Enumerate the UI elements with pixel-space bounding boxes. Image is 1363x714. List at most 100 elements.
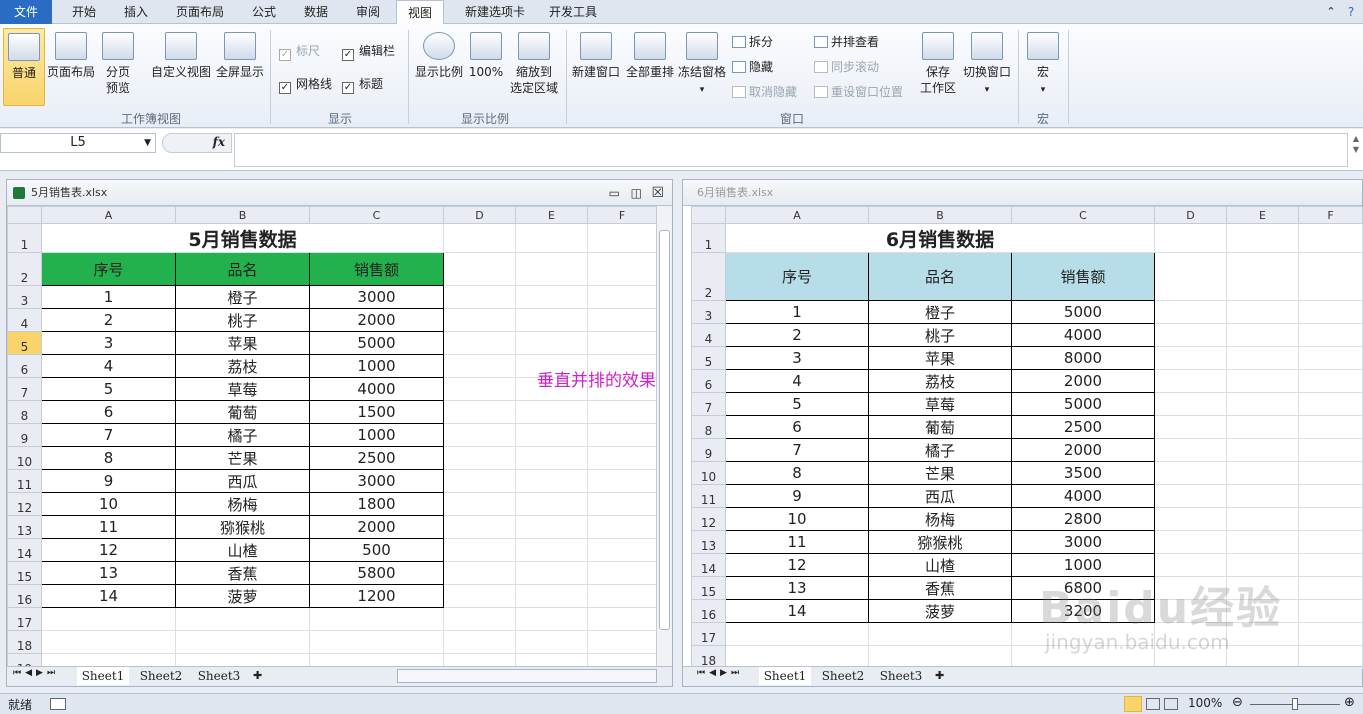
cell[interactable]	[515, 561, 588, 585]
cell[interactable]	[443, 423, 516, 447]
page-layout-view-button[interactable]: 页面布局	[46, 32, 96, 80]
sheet-tab-1[interactable]: Sheet1	[77, 667, 129, 685]
cell[interactable]	[1154, 507, 1227, 531]
normal-view-button[interactable]: 普通	[3, 28, 45, 106]
fullscreen-button[interactable]: 全屏显示	[214, 32, 266, 80]
cell[interactable]	[587, 285, 657, 309]
cell[interactable]	[443, 285, 516, 309]
cell[interactable]	[175, 607, 310, 631]
tab-home[interactable]: 开始	[60, 0, 108, 24]
insert-function-icon[interactable]: fx	[213, 135, 225, 149]
table-cell[interactable]: 猕猴桃	[868, 530, 1012, 554]
minimize-ribbon-icon[interactable]: ⌃	[1322, 0, 1340, 24]
cell[interactable]	[1226, 300, 1299, 324]
cell[interactable]	[1298, 369, 1363, 393]
table-cell[interactable]: 2000	[309, 308, 444, 332]
table-cell[interactable]: 5000	[1011, 392, 1155, 416]
cell[interactable]	[41, 607, 176, 631]
row-header[interactable]: 2	[7, 252, 42, 286]
macro-record-icon[interactable]	[50, 698, 66, 710]
custom-views-button[interactable]: 自定义视图	[150, 32, 212, 80]
table-cell[interactable]: 1	[41, 285, 176, 309]
row-header[interactable]: 16	[691, 599, 726, 623]
table-cell[interactable]: 5	[41, 377, 176, 401]
table-cell[interactable]: 芒果	[175, 446, 310, 470]
table-cell[interactable]: 2500	[1011, 415, 1155, 439]
cell[interactable]	[515, 331, 588, 355]
cell[interactable]	[443, 331, 516, 355]
table-cell[interactable]: 3	[725, 346, 869, 370]
cell[interactable]	[587, 252, 657, 286]
sheet-nav-icons[interactable]: ⏮◀▶⏭	[13, 668, 59, 678]
tab-view[interactable]: 视图	[396, 0, 444, 25]
table-cell[interactable]: 7	[725, 438, 869, 462]
unhide-button[interactable]: 取消隐藏	[732, 83, 797, 101]
select-all-corner[interactable]	[7, 206, 42, 224]
row-header[interactable]: 16	[7, 584, 42, 608]
table-header-cell[interactable]: 销售额	[309, 252, 444, 286]
table-cell[interactable]: 香蕉	[868, 576, 1012, 600]
table-cell[interactable]: 4000	[309, 377, 444, 401]
view-side-by-side-button[interactable]: 并排查看	[814, 33, 879, 51]
table-cell[interactable]: 橘子	[175, 423, 310, 447]
row-header[interactable]: 13	[7, 515, 42, 539]
table-header-cell[interactable]: 品名	[175, 252, 310, 286]
cell[interactable]	[587, 223, 657, 253]
cell[interactable]	[1298, 599, 1363, 623]
cell[interactable]	[443, 469, 516, 493]
table-cell[interactable]: 8	[725, 461, 869, 485]
cell[interactable]	[1226, 415, 1299, 439]
cell[interactable]	[1226, 323, 1299, 347]
sheet-tab-3[interactable]: Sheet3	[875, 667, 927, 685]
table-cell[interactable]: 菠萝	[868, 599, 1012, 623]
minimize-icon[interactable]: ▭	[609, 180, 620, 206]
row-header[interactable]: 17	[691, 622, 726, 646]
cell[interactable]	[309, 630, 444, 654]
window-june-title[interactable]: 6月销售表.xlsx	[683, 180, 1362, 206]
ruler-checkbox[interactable]: ✓ 标尺	[279, 42, 320, 61]
cell[interactable]	[1226, 484, 1299, 508]
column-header[interactable]: A	[725, 206, 869, 224]
cell[interactable]	[587, 538, 657, 562]
table-cell[interactable]: 8	[41, 446, 176, 470]
cell[interactable]	[515, 607, 588, 631]
cell[interactable]	[1298, 553, 1363, 577]
row-header[interactable]: 5	[7, 331, 42, 355]
table-cell[interactable]: 500	[309, 538, 444, 562]
table-cell[interactable]: 12	[725, 553, 869, 577]
add-sheet-icon[interactable]: ✚	[253, 667, 262, 685]
cell[interactable]	[868, 622, 1012, 646]
help-icon[interactable]: ?	[1342, 0, 1360, 24]
zoom-in-icon[interactable]: ⊕	[1344, 695, 1355, 710]
cell[interactable]	[1226, 392, 1299, 416]
table-cell[interactable]: 芒果	[868, 461, 1012, 485]
cell[interactable]	[1154, 252, 1227, 301]
row-header[interactable]: 18	[7, 630, 42, 654]
scroll-thumb[interactable]	[659, 230, 670, 630]
cell[interactable]	[443, 446, 516, 470]
row-header[interactable]: 5	[691, 346, 726, 370]
row-header[interactable]: 12	[7, 492, 42, 516]
tab-developer[interactable]: 开发工具	[542, 0, 604, 24]
normal-view-icon[interactable]	[1124, 696, 1142, 712]
column-header[interactable]: D	[1154, 206, 1227, 224]
zoom-slider-thumb[interactable]	[1292, 698, 1298, 710]
row-header[interactable]: 15	[691, 576, 726, 600]
cell[interactable]	[1298, 576, 1363, 600]
cell[interactable]	[1154, 461, 1227, 485]
cell[interactable]	[515, 538, 588, 562]
tab-new[interactable]: 新建选项卡	[450, 0, 540, 24]
sheet-tab-2[interactable]: Sheet2	[135, 667, 187, 685]
row-header[interactable]: 14	[7, 538, 42, 562]
table-cell[interactable]: 10	[41, 492, 176, 516]
table-cell[interactable]: 橘子	[868, 438, 1012, 462]
sheet-tab-2[interactable]: Sheet2	[817, 667, 869, 685]
table-cell[interactable]: 5800	[309, 561, 444, 585]
table-cell[interactable]: 桃子	[175, 308, 310, 332]
cell[interactable]	[1154, 223, 1227, 253]
row-header[interactable]: 4	[7, 308, 42, 332]
cell[interactable]	[515, 469, 588, 493]
row-header[interactable]: 10	[691, 461, 726, 485]
cell[interactable]	[1298, 530, 1363, 554]
row-header[interactable]: 13	[691, 530, 726, 554]
